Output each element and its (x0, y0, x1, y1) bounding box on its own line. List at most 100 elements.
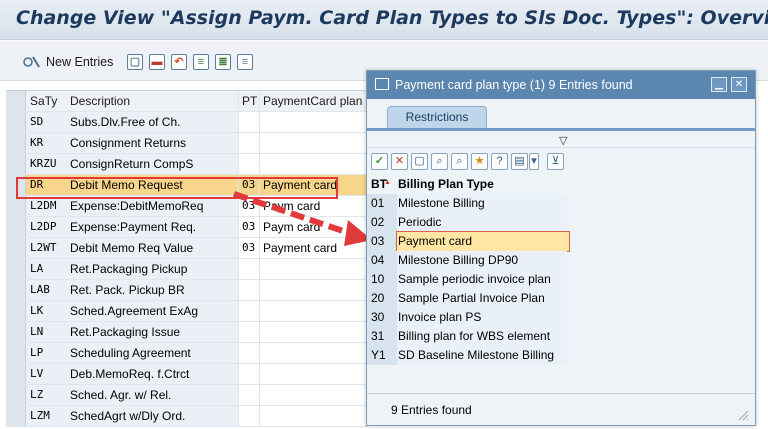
copy-icon[interactable]: ▢ (126, 53, 144, 71)
list-item[interactable]: 04 Milestone Billing DP90 (367, 251, 755, 270)
column-header-billing-plan-type[interactable]: Billing Plan Type (397, 175, 567, 194)
list-item[interactable]: 02 Periodic (367, 213, 755, 232)
row-selector[interactable] (6, 343, 26, 363)
column-header-pt[interactable]: PT (238, 91, 260, 111)
select-all-icon[interactable]: ≡ (192, 53, 210, 71)
value-help-popup: Payment card plan type (1) 9 Entries fou… (366, 70, 756, 426)
select-block-icon[interactable]: ≣ (214, 53, 232, 71)
row-selector[interactable] (6, 280, 26, 300)
table-row[interactable]: KRZU ConsignReturn CompS (6, 154, 368, 175)
close-icon[interactable]: ✕ (731, 77, 747, 92)
cell-description: Expense:Payment Req. (66, 217, 238, 237)
cell-pt[interactable] (238, 343, 260, 363)
cell-saty: LP (26, 343, 66, 363)
item-text: Milestone Billing (397, 194, 567, 213)
item-code: 01 (367, 194, 397, 213)
list-item[interactable]: 20 Sample Partial Invoice Plan (367, 289, 755, 308)
deselect-all-icon[interactable]: ≡ (236, 53, 254, 71)
table-control: SaTy Description PT PaymentCard plan SD … (6, 90, 368, 427)
print-dropdown-icon[interactable]: ▾ (529, 153, 539, 170)
cell-saty: DR (26, 175, 66, 195)
table-row[interactable]: LK Sched.Agreement ExAg (6, 301, 368, 322)
cell-pt[interactable] (238, 112, 260, 132)
table-row[interactable]: LP Scheduling Agreement (6, 343, 368, 364)
column-header-bt[interactable]: BT ▲ (367, 175, 397, 194)
row-selector[interactable] (6, 385, 26, 405)
window-title-bar: Change View "Assign Paym. Card Plan Type… (0, 0, 768, 40)
cell-pt[interactable] (238, 133, 260, 153)
row-selector[interactable] (6, 133, 26, 153)
row-selector[interactable] (6, 322, 26, 342)
list-item[interactable]: 30 Invoice plan PS (367, 308, 755, 327)
cell-saty: LZM (26, 406, 66, 426)
table-row[interactable]: LA Ret.Packaging Pickup (6, 259, 368, 280)
column-header-saty[interactable]: SaTy (26, 91, 66, 111)
item-text: Milestone Billing DP90 (397, 251, 567, 270)
cell-pt[interactable] (238, 280, 260, 300)
row-selector[interactable] (6, 238, 26, 258)
cell-saty: LAB (26, 280, 66, 300)
cell-pt[interactable] (238, 322, 260, 342)
list-item[interactable]: 31 Billing plan for WBS element (367, 327, 755, 346)
cell-saty: LZ (26, 385, 66, 405)
tab-restrictions[interactable]: Restrictions (387, 106, 487, 128)
continue-check-icon[interactable]: ✓ (371, 153, 388, 170)
row-selector[interactable] (6, 196, 26, 216)
list-item[interactable]: 01 Milestone Billing (367, 194, 755, 213)
item-code: Y1 (367, 346, 397, 365)
find-icon[interactable]: ⌕ (431, 153, 448, 170)
row-selector[interactable] (6, 406, 26, 426)
favorites-icon[interactable]: ★ (471, 153, 488, 170)
table-row[interactable]: LN Ret.Packaging Issue (6, 322, 368, 343)
cell-description: Expense:DebitMemoReq (66, 196, 238, 216)
filter-icon[interactable]: ⊻ (547, 153, 564, 170)
help-icon[interactable]: ? (491, 153, 508, 170)
row-selector[interactable] (6, 301, 26, 321)
row-selector[interactable] (6, 154, 26, 174)
row-selector[interactable] (6, 217, 26, 237)
item-code: 20 (367, 289, 397, 308)
row-selector[interactable] (6, 364, 26, 384)
table-row[interactable]: LZM SchedAgrt w/Dly Ord. (6, 406, 368, 427)
table-row[interactable]: SD Subs.Dlv.Free of Ch. (6, 112, 368, 133)
cell-pt[interactable] (238, 259, 260, 279)
item-text: Sample periodic invoice plan (397, 270, 567, 289)
select-all-column[interactable] (6, 91, 26, 111)
new-list-icon[interactable]: ▢ (411, 153, 428, 170)
tab-underline (367, 128, 755, 131)
cell-description: Ret. Pack. Pickup BR (66, 280, 238, 300)
cell-paymentcard-plan (260, 133, 368, 153)
resize-grip-icon[interactable] (737, 409, 749, 421)
item-code: 04 (367, 251, 397, 270)
cell-paymentcard-plan (260, 322, 368, 342)
cell-pt[interactable] (238, 364, 260, 384)
undo-icon[interactable]: ↶ (170, 53, 188, 71)
item-text: SD Baseline Milestone Billing (397, 346, 567, 365)
list-item[interactable]: 10 Sample periodic invoice plan (367, 270, 755, 289)
table-row[interactable]: LZ Sched. Agr. w/ Rel. (6, 385, 368, 406)
minimize-icon[interactable]: ▁ (711, 77, 727, 92)
delete-icon[interactable]: ▬ (148, 53, 166, 71)
list-item[interactable]: Y1 SD Baseline Milestone Billing (367, 346, 755, 365)
cancel-icon[interactable]: ✕ (391, 153, 408, 170)
list-item-selected[interactable]: 03 Payment card (367, 231, 755, 252)
table-row[interactable]: LAB Ret. Pack. Pickup BR (6, 280, 368, 301)
new-entries-button[interactable]: New Entries (46, 55, 113, 69)
table-row[interactable]: LV Deb.MemoReq. f.Ctrct (6, 364, 368, 385)
cell-description: SchedAgrt w/Dly Ord. (66, 406, 238, 426)
find-next-icon[interactable]: ⌕ (451, 153, 468, 170)
display-change-icon[interactable] (22, 53, 42, 71)
expand-restrictions-icon[interactable]: ▽ (559, 134, 567, 147)
row-selector[interactable] (6, 259, 26, 279)
row-selector[interactable] (6, 175, 26, 195)
cell-pt[interactable] (238, 385, 260, 405)
cell-pt[interactable] (238, 154, 260, 174)
column-header-paymentcard-plan[interactable]: PaymentCard plan (260, 91, 368, 111)
table-row[interactable]: KR Consignment Returns (6, 133, 368, 154)
print-icon[interactable]: ▤ (511, 153, 528, 170)
column-header-description[interactable]: Description (66, 91, 238, 111)
cell-pt[interactable] (238, 301, 260, 321)
cell-pt[interactable] (238, 406, 260, 426)
row-selector[interactable] (6, 112, 26, 132)
cell-saty: L2DM (26, 196, 66, 216)
